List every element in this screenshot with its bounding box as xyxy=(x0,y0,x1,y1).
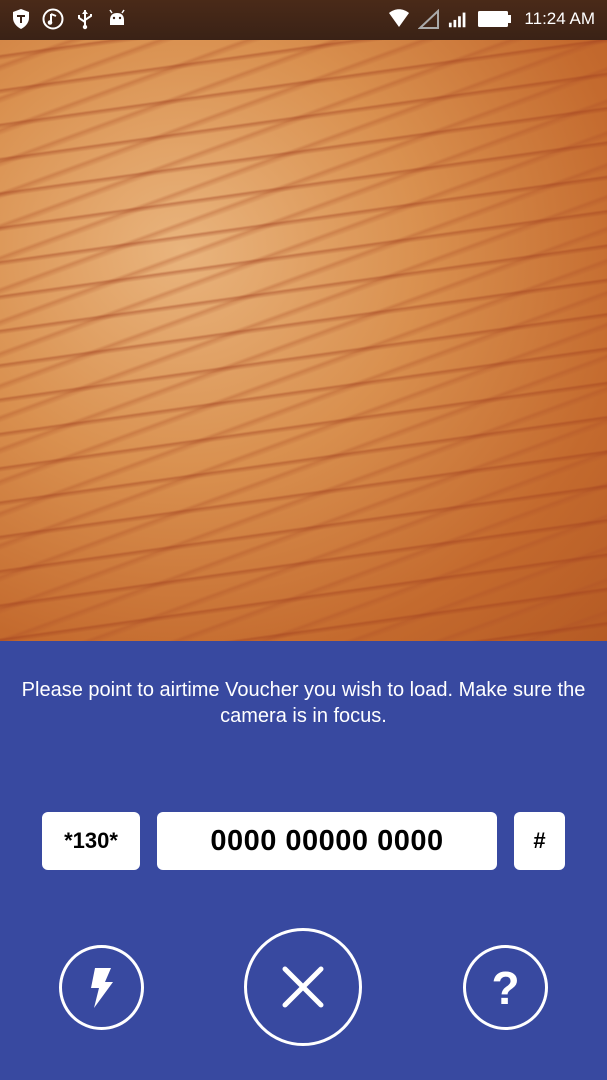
control-panel: Please point to airtime Voucher you wish… xyxy=(0,641,607,1080)
close-icon xyxy=(282,966,324,1008)
battery-icon xyxy=(478,8,512,30)
help-button[interactable]: ? xyxy=(463,945,548,1030)
shield-icon xyxy=(10,8,32,30)
wifi-icon xyxy=(388,8,410,30)
flash-icon xyxy=(90,967,113,1008)
music-note-icon xyxy=(42,8,64,30)
cell-signal-icon xyxy=(448,8,470,30)
usb-icon xyxy=(74,8,96,30)
android-icon xyxy=(106,8,128,30)
status-bar: 11:24 AM xyxy=(0,0,607,40)
help-icon: ? xyxy=(491,961,520,1014)
voucher-number-field[interactable]: 0000 00000 0000 xyxy=(157,812,497,870)
scan-voucher-screen: 11:24 AM Please point to airtime Voucher… xyxy=(0,0,607,1080)
ussd-suffix: # xyxy=(514,812,565,870)
ussd-code-row: *130* 0000 00000 0000 # xyxy=(0,812,607,870)
no-sim-signal-icon xyxy=(418,8,440,30)
camera-preview[interactable] xyxy=(0,40,607,641)
instructions-text: Please point to airtime Voucher you wish… xyxy=(21,679,586,727)
status-left-icons xyxy=(10,8,128,30)
status-time: 11:24 AM xyxy=(524,9,595,28)
status-right-icons: 11:24 AM xyxy=(388,8,595,30)
close-button[interactable] xyxy=(244,928,362,1046)
flash-button[interactable] xyxy=(59,945,144,1030)
ussd-prefix: *130* xyxy=(42,812,140,870)
